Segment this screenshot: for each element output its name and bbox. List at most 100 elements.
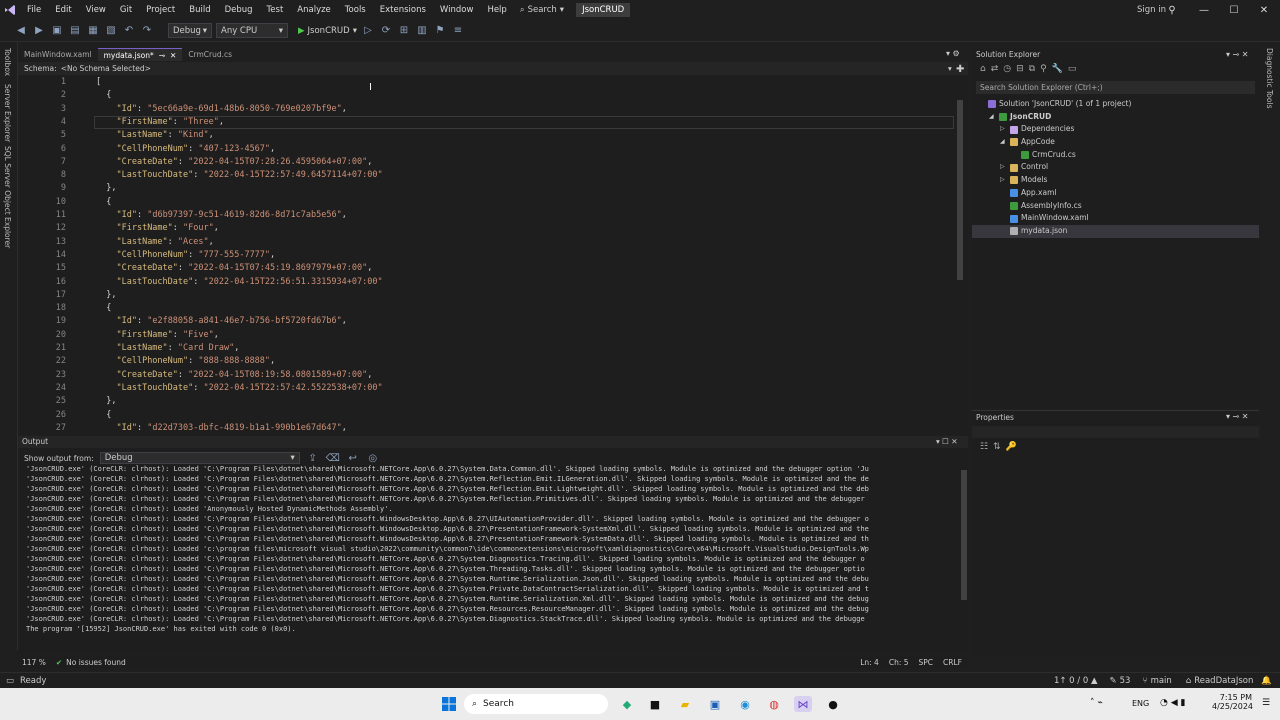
save-all-icon[interactable]: ▧ (104, 24, 118, 38)
back-icon[interactable]: ◀ (14, 24, 28, 38)
chevron-down-icon[interactable]: ▾ (948, 64, 952, 73)
editor-scrollbar-thumb[interactable] (957, 100, 963, 280)
open-icon[interactable]: ▤ (68, 24, 82, 38)
pin-icon[interactable]: ⊸ (159, 49, 165, 61)
filter-icon[interactable]: ⚲ (1040, 64, 1047, 74)
properties-object-dropdown[interactable] (972, 426, 1259, 438)
server-explorer-tab[interactable]: Server Explorer (3, 84, 12, 142)
tree-item[interactable]: ◢ AppCode (972, 136, 1259, 149)
minimize-button[interactable]: — (1188, 0, 1220, 20)
notifications-icon[interactable]: 🔔 (1261, 676, 1272, 686)
notification-center-icon[interactable]: ☰ (1262, 698, 1270, 708)
sync-icon[interactable]: ⇄ (991, 64, 999, 74)
word-wrap-icon[interactable]: ↩ (346, 451, 360, 465)
hot-reload-icon[interactable]: ⟳ (379, 24, 393, 38)
home-icon[interactable]: ⌂ (980, 64, 986, 74)
terminal-icon[interactable]: ■ (646, 696, 664, 712)
menu-git[interactable]: Git (113, 0, 139, 20)
issues-status[interactable]: No issues found (66, 658, 126, 667)
wrench-icon[interactable]: 🔧 (1052, 64, 1063, 74)
tab-overflow-icon[interactable]: ▾ ⚙ (946, 49, 960, 58)
tree-item[interactable]: ▷ Dependencies (972, 123, 1259, 136)
menu-file[interactable]: File (20, 0, 48, 20)
clock[interactable]: 7:15 PM 4/25/2024 (1212, 693, 1253, 711)
line-ending-indicator[interactable]: CRLF (943, 658, 962, 667)
edge-icon[interactable]: ◉ (736, 696, 754, 712)
tab-mainwindow-xaml[interactable]: MainWindow.xaml (18, 48, 98, 61)
categorized-icon[interactable]: ☷ (980, 442, 988, 452)
maximize-button[interactable]: ☐ (1218, 0, 1250, 20)
menu-extensions[interactable]: Extensions (373, 0, 433, 20)
tree-item[interactable]: Solution 'JsonCRUD' (1 of 1 project) (972, 98, 1259, 111)
layout-icon[interactable]: ▥ (415, 24, 429, 38)
start-icon[interactable] (440, 696, 458, 712)
menu-project[interactable]: Project (139, 0, 182, 20)
sql-explorer-tab[interactable]: SQL Server Object Explorer (3, 146, 12, 248)
output-source-dropdown[interactable]: Debug ▾ (99, 452, 300, 464)
tab-crmcrud-cs[interactable]: CrmCrud.cs (182, 48, 238, 61)
tree-item[interactable]: MainWindow.xaml (972, 212, 1259, 225)
menu-help[interactable]: Help (480, 0, 513, 20)
configuration-dropdown[interactable]: Debug ▾ (168, 23, 212, 38)
zoom-level[interactable]: 117 % (22, 658, 46, 667)
menu-test[interactable]: Test (260, 0, 291, 20)
tree-item[interactable]: ▷ Models (972, 174, 1259, 187)
copilot-icon[interactable]: ◆ (618, 696, 636, 712)
git-changes[interactable]: 1↑ 0 / 0 ▲ (1054, 676, 1098, 686)
store-icon[interactable]: ▣ (706, 696, 724, 712)
comment-icon[interactable]: ≡ (451, 24, 465, 38)
close-icon[interactable]: ✕ (170, 49, 176, 61)
menu-build[interactable]: Build (182, 0, 217, 20)
file-explorer-icon[interactable]: ▰ (676, 696, 694, 712)
tree-item[interactable]: mydata.json (972, 224, 1259, 238)
output-text[interactable]: 'JsonCRUD.exe' (CoreCLR: clrhost): Loade… (26, 464, 958, 640)
account-icon[interactable]: ⚲ (1156, 0, 1188, 20)
menu-debug[interactable]: Debug (218, 0, 260, 20)
tree-item[interactable]: ◢ JsonCRUD (972, 111, 1259, 124)
tree-item[interactable]: AssemblyInfo.cs (972, 200, 1259, 213)
solution-explorer-controls[interactable]: ▾ ⊸ ✕ (1226, 50, 1249, 59)
pending-changes[interactable]: 53 (1120, 676, 1131, 686)
tree-item[interactable]: ▷ Control (972, 161, 1259, 174)
property-pages-icon[interactable]: 🔑 (1006, 442, 1017, 452)
properties-controls[interactable]: ▾ ⊸ ✕ (1226, 412, 1249, 421)
platform-dropdown[interactable]: Any CPU ▾ (216, 23, 288, 38)
tab-mydata-json[interactable]: mydata.json* ⊸ ✕ (97, 48, 183, 61)
split-editor-icon[interactable]: ✚ (956, 64, 964, 75)
whitespace-indicator[interactable]: SPC (919, 658, 934, 667)
close-button[interactable]: ✕ (1248, 0, 1280, 20)
clear-all-icon[interactable]: ⌫ (326, 451, 340, 465)
find-message-icon[interactable]: ⇪ (306, 451, 320, 465)
tray-icons[interactable]: ˄ ⌁ (1090, 698, 1103, 708)
forward-icon[interactable]: ▶ (32, 24, 46, 38)
menu-tools[interactable]: Tools (338, 0, 373, 20)
branch-selector[interactable]: main (1151, 676, 1172, 686)
taskbar-search[interactable]: ⌕ Search (464, 694, 608, 714)
start-debug-button[interactable]: ▶ JsonCRUD ▾ (298, 26, 357, 36)
undo-icon[interactable]: ↶ (122, 24, 136, 38)
tree-item[interactable]: App.xaml (972, 187, 1259, 200)
search-menu[interactable]: ⌕ Search ▾ (514, 5, 570, 15)
schema-selector[interactable]: <No Schema Selected> (61, 64, 151, 73)
new-project-icon[interactable]: ▣ (50, 24, 64, 38)
recorder-icon[interactable]: ● (824, 696, 842, 712)
save-icon[interactable]: ▦ (86, 24, 100, 38)
redo-icon[interactable]: ↷ (140, 24, 154, 38)
menu-view[interactable]: View (79, 0, 113, 20)
alphabetical-icon[interactable]: ⇅ (993, 442, 1001, 452)
show-all-icon[interactable]: ⧉ (1029, 64, 1035, 74)
repo-selector[interactable]: ReadDataJson (1194, 676, 1253, 686)
expand-arrow-icon[interactable]: ◢ (989, 111, 996, 124)
bookmark-icon[interactable]: ⚑ (433, 24, 447, 38)
expand-arrow-icon[interactable]: ▷ (1000, 174, 1007, 187)
toolbox-tab[interactable]: Toolbox (3, 48, 12, 76)
expand-arrow-icon[interactable]: ▷ (1000, 123, 1007, 136)
network-volume-icons[interactable]: ◔ ◀ ▮ (1160, 698, 1185, 708)
expand-arrow-icon[interactable]: ◢ (1000, 136, 1007, 149)
expand-arrow-icon[interactable]: ▷ (1000, 161, 1007, 174)
menu-analyze[interactable]: Analyze (290, 0, 338, 20)
visual-studio-taskbar-icon[interactable]: ⋈ (794, 696, 812, 712)
solution-search-input[interactable]: Search Solution Explorer (Ctrl+;) (976, 81, 1255, 94)
language-indicator[interactable]: ENG (1132, 699, 1149, 708)
diagnostic-tools-tab[interactable]: Diagnostic Tools (1265, 48, 1274, 108)
